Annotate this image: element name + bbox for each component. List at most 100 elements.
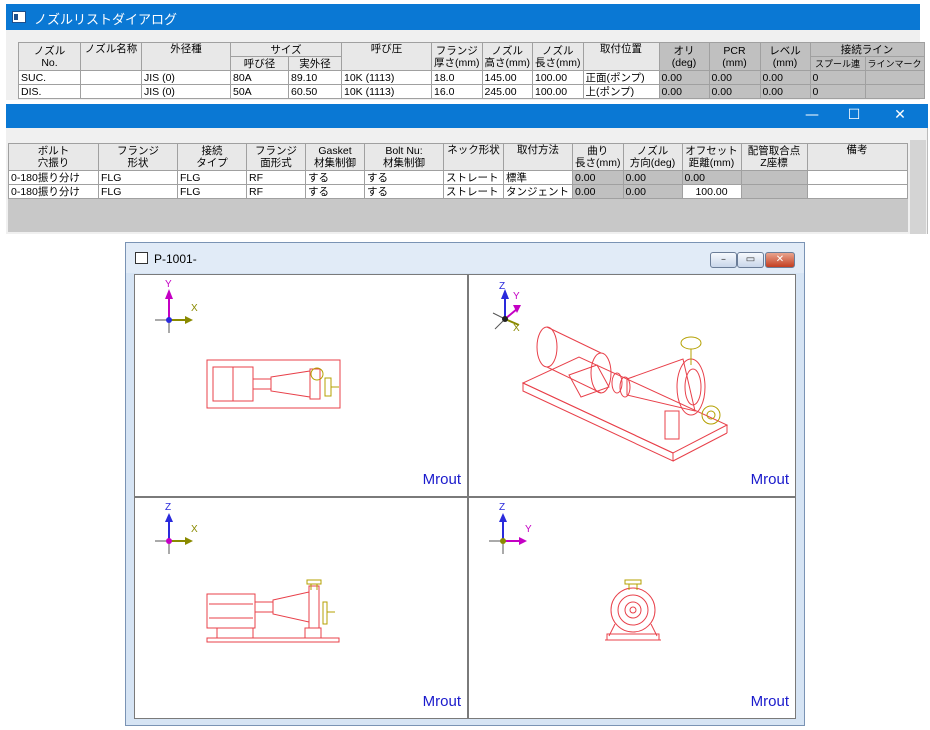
table-row[interactable]: 0-180振り分け FLG FLG RF する する ストレート 標準 0.00… [8, 170, 908, 185]
header-pressure[interactable]: 呼び圧 [341, 42, 432, 71]
cell-level[interactable]: 0.00 [759, 70, 811, 85]
header-bolt[interactable]: ボルト 穴振り [8, 143, 99, 171]
cell-flange[interactable]: 16.0 [431, 84, 483, 99]
cell-spool[interactable]: 0 [809, 70, 866, 85]
cell-position[interactable]: 上(ポンプ) [582, 84, 660, 99]
cell-offset[interactable]: 0.00 [681, 170, 742, 185]
cell-height[interactable]: 245.00 [481, 84, 533, 99]
restore-button[interactable]: ▭ [737, 252, 764, 268]
cell-type[interactable]: JIS (0) [141, 70, 231, 85]
cell-pressure[interactable]: 10K (1113) [341, 70, 432, 85]
header-nozzle-dir[interactable]: ノズル 方向(deg) [622, 143, 683, 171]
minimize-button[interactable]: – [710, 252, 737, 268]
cell-gasket[interactable]: する [305, 170, 365, 185]
header-nozzle-no[interactable]: ノズル No. [18, 42, 81, 71]
cell-ctype[interactable]: FLG [177, 184, 247, 199]
header-flange-face[interactable]: フランジ 面形式 [246, 143, 306, 171]
secondary-title-bar[interactable]: — ☐ ✕ [6, 104, 928, 128]
cell-shape[interactable]: FLG [98, 170, 178, 185]
table-row[interactable]: SUC. JIS (0) 80A 89.10 10K (1113) 18.0 1… [18, 70, 925, 85]
cell-neck[interactable]: ストレート [443, 184, 504, 199]
header-remarks[interactable]: 備考 [806, 143, 908, 171]
header-nozzle-name[interactable]: ノズル名称 [80, 42, 142, 71]
cell-face[interactable]: RF [246, 170, 306, 185]
cell-ori[interactable]: 0.00 [658, 70, 710, 85]
close-button[interactable]: ✕ [765, 252, 795, 268]
cell-gasket[interactable]: する [305, 184, 365, 199]
header-level[interactable]: レベル (mm) [759, 42, 811, 71]
header-neck-shape[interactable]: ネック形状 [443, 143, 504, 171]
dialog-title-bar[interactable]: ノズルリストダイアログ [6, 4, 920, 30]
cell-length[interactable]: 100.00 [532, 70, 584, 85]
cell-height[interactable]: 145.00 [481, 70, 533, 85]
cell-name[interactable] [80, 84, 142, 99]
cell-face[interactable]: RF [246, 184, 306, 199]
cell-length[interactable]: 100.00 [532, 84, 584, 99]
viewport-front[interactable]: Z X Mrout [134, 497, 468, 719]
cell-nominal[interactable]: 50A [230, 84, 289, 99]
cell-name[interactable] [80, 70, 142, 85]
cell-bend[interactable]: 0.00 [572, 170, 624, 185]
header-connect-type[interactable]: 接続 タイプ [177, 143, 247, 171]
cell-type[interactable]: JIS (0) [141, 84, 231, 99]
cell-pcr[interactable]: 0.00 [708, 70, 761, 85]
cad-title-bar[interactable]: P-1001- – ▭ ✕ [126, 243, 804, 273]
cell-offset[interactable]: 100.00 [681, 184, 742, 199]
cell-position[interactable]: 正面(ポンプ) [582, 70, 660, 85]
cell-line[interactable] [864, 70, 925, 85]
cell-dir[interactable]: 0.00 [622, 184, 683, 199]
header-nozzle-length[interactable]: ノズル 長さ(mm) [532, 42, 584, 71]
cell-ori[interactable]: 0.00 [658, 84, 710, 99]
header-pipe-point[interactable]: 配管取合点 Z座標 [740, 143, 808, 171]
cell-point[interactable] [740, 184, 808, 199]
cell-bend[interactable]: 0.00 [572, 184, 624, 199]
cell-ctype[interactable]: FLG [177, 170, 247, 185]
header-connect-line[interactable]: 接続ライン [809, 42, 925, 57]
cell-nominal[interactable]: 80A [230, 70, 289, 85]
cell-no[interactable]: DIS. [18, 84, 81, 99]
cell-level[interactable]: 0.00 [759, 84, 811, 99]
header-size-actual[interactable]: 実外径 [288, 56, 342, 71]
header-flange-thickness[interactable]: フランジ 厚さ(mm) [431, 42, 483, 71]
cell-shape[interactable]: FLG [98, 184, 178, 199]
viewport-top[interactable]: Y X Mrout [134, 274, 468, 497]
cell-flange[interactable]: 18.0 [431, 70, 483, 85]
header-size[interactable]: サイズ [230, 42, 342, 57]
cell-remarks[interactable] [806, 184, 908, 199]
header-offset[interactable]: オフセット 距離(mm) [681, 143, 742, 171]
close-button[interactable]: ✕ [880, 107, 920, 123]
cell-method[interactable]: タンジェント [503, 184, 573, 199]
header-pcr[interactable]: PCR (mm) [708, 42, 761, 71]
cell-bolt[interactable]: 0-180振り分け [8, 170, 99, 185]
cell-no[interactable]: SUC. [18, 70, 81, 85]
cell-spool[interactable]: 0 [809, 84, 866, 99]
maximize-button[interactable]: ☐ [834, 107, 874, 123]
header-gasket[interactable]: Gasket 材集制御 [305, 143, 365, 171]
header-nozzle-height[interactable]: ノズル 高さ(mm) [481, 42, 533, 71]
viewport-iso[interactable]: Z Y X Mrout [468, 274, 796, 497]
cell-remarks[interactable] [806, 170, 908, 185]
table-row[interactable]: 0-180振り分け FLG FLG RF する する ストレート タンジェント … [8, 184, 908, 199]
cell-neck[interactable]: ストレート [443, 170, 504, 185]
header-size-nominal[interactable]: 呼び径 [230, 56, 289, 71]
cell-boltnut[interactable]: する [364, 184, 444, 199]
cell-actual[interactable]: 89.10 [288, 70, 342, 85]
minimize-button[interactable]: — [792, 107, 832, 123]
header-bolt-nut[interactable]: Bolt Nu: 材集制御 [364, 143, 444, 171]
cell-line[interactable] [864, 84, 925, 99]
cell-pcr[interactable]: 0.00 [708, 84, 761, 99]
cell-dir[interactable]: 0.00 [622, 170, 683, 185]
cell-bolt[interactable]: 0-180振り分け [8, 184, 99, 199]
header-mount-method[interactable]: 取付方法 [503, 143, 573, 171]
header-mount-position[interactable]: 取付位置 [582, 42, 660, 71]
table-row[interactable]: DIS. JIS (0) 50A 60.50 10K (1113) 16.0 2… [18, 84, 925, 99]
cell-pressure[interactable]: 10K (1113) [341, 84, 432, 99]
viewport-side[interactable]: Z Y Mrout [468, 497, 796, 719]
header-outer-dia-type[interactable]: 外径種 [141, 42, 231, 71]
header-ori[interactable]: オリ (deg) [658, 42, 710, 71]
header-spool-link[interactable]: スプール連 [809, 56, 866, 71]
header-flange-shape[interactable]: フランジ 形状 [98, 143, 178, 171]
cell-method[interactable]: 標準 [503, 170, 573, 185]
cell-boltnut[interactable]: する [364, 170, 444, 185]
cell-actual[interactable]: 60.50 [288, 84, 342, 99]
